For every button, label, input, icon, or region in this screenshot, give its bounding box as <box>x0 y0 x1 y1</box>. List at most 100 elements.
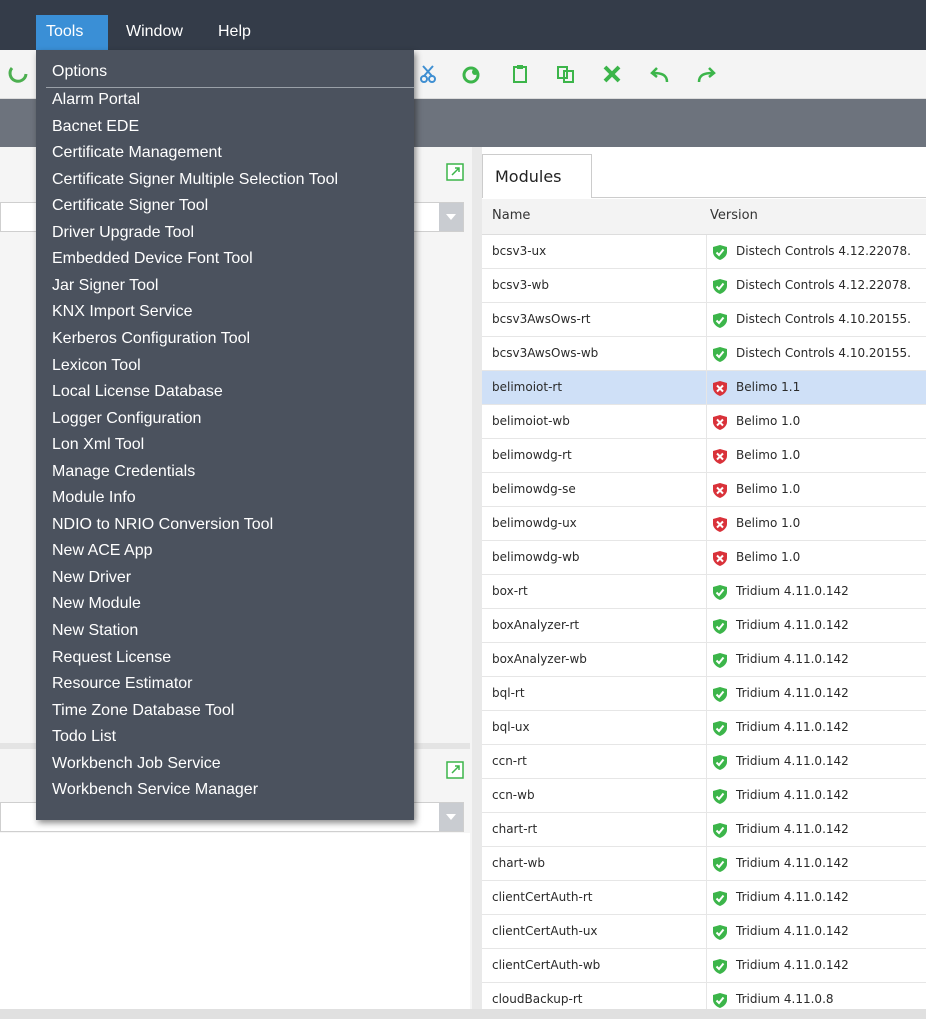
table-row[interactable]: chart-wb Tridium 4.11.0.142 <box>482 847 926 881</box>
table-row[interactable]: chart-rt Tridium 4.11.0.142 <box>482 813 926 847</box>
undo-icon[interactable] <box>648 62 672 86</box>
combo-arrow-bottom[interactable] <box>439 803 463 831</box>
table-row[interactable]: belimowdg-ux Belimo 1.0 <box>482 507 926 541</box>
menu-item-alarm-portal[interactable]: Alarm Portal <box>52 87 140 113</box>
table-row[interactable]: ccn-rt Tridium 4.11.0.142 <box>482 745 926 779</box>
menu-item-module-info[interactable]: Module Info <box>52 485 136 511</box>
menu-item-workbench-job-service[interactable]: Workbench Job Service <box>52 751 221 777</box>
table-row[interactable]: bcsv3AwsOws-rt Distech Controls 4.10.2015… <box>482 303 926 337</box>
shield-error-icon <box>713 381 727 396</box>
combo-arrow[interactable] <box>439 203 463 231</box>
table-row[interactable]: belimowdg-rt Belimo 1.0 <box>482 439 926 473</box>
table-row[interactable]: clientCertAuth-wb Tridium 4.11.0.142 <box>482 949 926 983</box>
shield-check-icon <box>713 245 727 260</box>
menu-item-resource-estimator[interactable]: Resource Estimator <box>52 671 193 697</box>
module-version: Belimo 1.0 <box>736 516 801 530</box>
menu-item-new-station[interactable]: New Station <box>52 618 138 644</box>
cut-icon[interactable] <box>416 62 440 86</box>
tab-modules[interactable]: Modules <box>482 154 592 198</box>
menu-item-kerberos-configuration-tool[interactable]: Kerberos Configuration Tool <box>52 326 250 352</box>
column-header-version[interactable]: Version <box>710 208 758 223</box>
table-row[interactable]: boxAnalyzer-wb Tridium 4.11.0.142 <box>482 643 926 677</box>
table-row[interactable]: bql-ux Tridium 4.11.0.142 <box>482 711 926 745</box>
cell-separator <box>706 677 707 711</box>
menu-item-logger-configuration[interactable]: Logger Configuration <box>52 406 201 432</box>
table-row[interactable]: box-rt Tridium 4.11.0.142 <box>482 575 926 609</box>
menu-item-new-module[interactable]: New Module <box>52 591 141 617</box>
table-row[interactable]: belimowdg-wb Belimo 1.0 <box>482 541 926 575</box>
copy-icon[interactable] <box>460 62 484 86</box>
menu-item-manage-credentials[interactable]: Manage Credentials <box>52 459 195 485</box>
menu-item-local-license-database[interactable]: Local License Database <box>52 379 223 405</box>
shield-check-icon <box>713 687 727 702</box>
table-row[interactable]: bql-rt Tridium 4.11.0.142 <box>482 677 926 711</box>
table-row[interactable]: bcsv3AwsOws-wb Distech Controls 4.10.2015… <box>482 337 926 371</box>
table-row[interactable]: clientCertAuth-ux Tridium 4.11.0.142 <box>482 915 926 949</box>
shield-error-icon <box>713 517 727 532</box>
menu-item-new-ace-app[interactable]: New ACE App <box>52 538 153 564</box>
menu-item-workbench-service-manager[interactable]: Workbench Service Manager <box>52 777 258 803</box>
column-header-name[interactable]: Name <box>492 208 530 223</box>
menu-item-options[interactable]: Options <box>52 59 107 85</box>
cell-separator <box>706 813 707 847</box>
expand-icon[interactable] <box>446 163 464 181</box>
module-version: Tridium 4.11.0.142 <box>736 924 849 938</box>
module-name: chart-wb <box>492 856 545 870</box>
paste-icon[interactable] <box>508 62 532 86</box>
module-version: Belimo 1.0 <box>736 414 801 428</box>
module-name: boxAnalyzer-rt <box>492 618 580 632</box>
menu-help[interactable]: Help <box>208 15 270 49</box>
menu-item-certificate-signer-tool[interactable]: Certificate Signer Tool <box>52 193 208 219</box>
menu-item-knx-import-service[interactable]: KNX Import Service <box>52 299 192 325</box>
table-row[interactable]: bcsv3-ux Distech Controls 4.12.22078. <box>482 235 926 269</box>
module-name: clientCertAuth-rt <box>492 890 593 904</box>
menu-item-ndio-to-nrio-conversion-tool[interactable]: NDIO to NRIO Conversion Tool <box>52 512 273 538</box>
table-row[interactable]: bcsv3-wb Distech Controls 4.12.22078. <box>482 269 926 303</box>
module-name: box-rt <box>492 584 528 598</box>
menu-item-todo-list[interactable]: Todo List <box>52 724 116 750</box>
redo-icon[interactable] <box>694 62 718 86</box>
menu-item-bacnet-ede[interactable]: Bacnet EDE <box>52 114 139 140</box>
delete-icon[interactable] <box>600 62 624 86</box>
menu-tools[interactable]: Tools <box>36 15 108 50</box>
table-row[interactable]: cloudBackup-rt Tridium 4.11.0.8 <box>482 983 926 1009</box>
module-name: bcsv3-ux <box>492 244 547 258</box>
module-name: bcsv3-wb <box>492 278 549 292</box>
shield-check-icon <box>713 279 727 294</box>
menu-window[interactable]: Window <box>116 15 200 49</box>
duplicate-icon[interactable] <box>554 62 578 86</box>
shield-check-icon <box>713 891 727 906</box>
menu-item-request-license[interactable]: Request License <box>52 645 171 671</box>
module-version: Distech Controls 4.10.20155. <box>736 312 911 326</box>
table-row[interactable]: belimowdg-se Belimo 1.0 <box>482 473 926 507</box>
menu-item-new-driver[interactable]: New Driver <box>52 565 131 591</box>
menu-item-jar-signer-tool[interactable]: Jar Signer Tool <box>52 273 158 299</box>
cell-separator <box>706 745 707 779</box>
menu-item-certificate-management[interactable]: Certificate Management <box>52 140 222 166</box>
table-header: Name Version <box>482 199 926 235</box>
vertical-splitter[interactable] <box>472 147 482 1009</box>
menu-item-lon-xml-tool[interactable]: Lon Xml Tool <box>52 432 144 458</box>
menu-item-time-zone-database-tool[interactable]: Time Zone Database Tool <box>52 698 234 724</box>
cell-separator <box>706 507 707 541</box>
shield-check-icon <box>713 789 727 804</box>
table-row[interactable]: belimoiot-wb Belimo 1.0 <box>482 405 926 439</box>
refresh-icon[interactable] <box>6 62 30 86</box>
menu-item-embedded-device-font-tool[interactable]: Embedded Device Font Tool <box>52 246 253 272</box>
cell-separator <box>706 405 707 439</box>
table-row[interactable]: belimoiot-rt Belimo 1.1 <box>482 371 926 405</box>
table-row[interactable]: ccn-wb Tridium 4.11.0.142 <box>482 779 926 813</box>
shield-check-icon <box>713 313 727 328</box>
module-version: Tridium 4.11.0.142 <box>736 788 849 802</box>
menu-item-certificate-signer-multiple-selection-tool[interactable]: Certificate Signer Multiple Selection To… <box>52 167 338 193</box>
table-row[interactable]: clientCertAuth-rt Tridium 4.11.0.142 <box>482 881 926 915</box>
menu-item-lexicon-tool[interactable]: Lexicon Tool <box>52 353 141 379</box>
expand-icon-bottom[interactable] <box>446 761 464 779</box>
module-name: belimoiot-wb <box>492 414 570 428</box>
cell-separator <box>706 915 707 949</box>
chevron-down-icon <box>446 814 456 820</box>
menu-item-driver-upgrade-tool[interactable]: Driver Upgrade Tool <box>52 220 194 246</box>
table-row[interactable]: boxAnalyzer-rt Tridium 4.11.0.142 <box>482 609 926 643</box>
module-version: Tridium 4.11.0.142 <box>736 754 849 768</box>
module-version: Belimo 1.0 <box>736 550 801 564</box>
